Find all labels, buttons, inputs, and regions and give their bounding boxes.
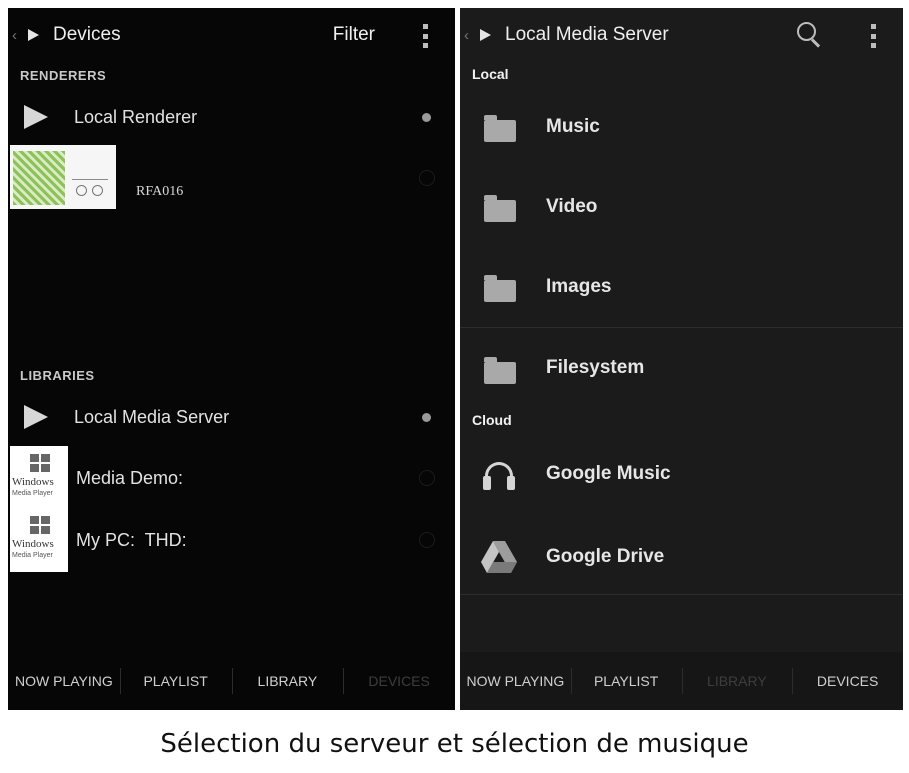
list-item-google-drive[interactable]: Google Drive (460, 518, 903, 598)
wmp-logo-text: Windows (12, 538, 54, 550)
item-label: Google Music (546, 463, 671, 484)
library-label: My PC: THD: (76, 530, 187, 550)
figure-frame: ‹ Devices Filter RENDERERS Local Rendere… (0, 0, 909, 773)
renderer-label: Local Renderer (74, 106, 198, 127)
page-title: Local Media Server (505, 24, 669, 45)
page-title: Devices (53, 24, 121, 45)
figure-caption: Sélection du serveur et sélection de mus… (160, 729, 749, 759)
item-label: Filesystem (546, 357, 645, 378)
item-label: Video (546, 196, 598, 217)
radio-device-icon (72, 179, 108, 197)
devices-screen: ‹ Devices Filter RENDERERS Local Rendere… (8, 8, 455, 710)
folder-icon (484, 357, 516, 384)
windows-media-player-icon: Windows Media Player (10, 508, 68, 572)
list-item-music[interactable]: Music (460, 88, 903, 166)
speaker-grille-image (13, 151, 65, 205)
play-icon (480, 29, 491, 41)
unselected-radio-indicator[interactable] (419, 532, 435, 548)
tab-devices[interactable]: DEVICES (343, 652, 455, 710)
library-my-pc[interactable]: Windows Media Player My PC: THD: (8, 508, 455, 572)
wmp-logo-subtext: Media Player (12, 552, 53, 559)
windows-flag-icon (30, 516, 50, 534)
overflow-menu-icon[interactable] (423, 24, 429, 48)
overflow-menu-icon[interactable] (871, 24, 877, 48)
folder-icon (484, 275, 516, 302)
play-icon (28, 29, 39, 41)
back-chevron-icon[interactable]: ‹ (464, 27, 474, 44)
library-media-demo[interactable]: Windows Media Player Media Demo: (8, 446, 455, 510)
bottom-tab-bar: NOW PLAYING PLAYLIST LIBRARY DEVICES (8, 652, 455, 710)
filter-button[interactable]: Filter (333, 24, 375, 46)
tab-playlist[interactable]: PLAYLIST (570, 652, 682, 710)
tab-playlist[interactable]: PLAYLIST (119, 652, 232, 710)
tab-devices[interactable]: DEVICES (792, 652, 903, 710)
list-item-google-music[interactable]: Google Music (460, 436, 903, 516)
libraries-section-header: LIBRARIES (20, 368, 95, 383)
renderer-label: RFA016 (136, 184, 184, 199)
renderers-section-header: RENDERERS (20, 68, 107, 83)
folder-icon (484, 195, 516, 222)
bottom-tab-bar: NOW PLAYING PLAYLIST LIBRARY DEVICES (460, 652, 903, 710)
play-icon (24, 405, 48, 429)
wmp-logo-text: Windows (12, 476, 54, 488)
back-chevron-icon[interactable]: ‹ (12, 27, 22, 44)
library-label: Local Media Server (74, 406, 230, 427)
device-thumbnail (10, 145, 116, 209)
play-icon (24, 105, 48, 129)
list-item-images[interactable]: Images (460, 248, 903, 326)
unselected-radio-indicator[interactable] (419, 170, 435, 186)
folder-icon (484, 115, 516, 142)
renderer-rfa016[interactable]: RFA016 (8, 144, 455, 210)
windows-media-player-icon: Windows Media Player (10, 446, 68, 510)
item-label: Images (546, 276, 612, 297)
selected-radio-indicator[interactable] (422, 112, 431, 122)
tab-library[interactable]: LIBRARY (681, 652, 793, 710)
headphones-icon (482, 462, 516, 492)
google-drive-icon (480, 540, 518, 574)
selected-radio-indicator[interactable] (422, 412, 431, 422)
search-icon[interactable] (797, 22, 821, 48)
local-group-label: Local (472, 66, 509, 82)
list-item-filesystem[interactable]: Filesystem (460, 330, 903, 408)
library-local-media-server[interactable]: Local Media Server (8, 394, 455, 440)
library-action-bar: ‹ Local Media Server (460, 8, 903, 62)
library-label: Media Demo: (76, 468, 184, 488)
list-divider (460, 327, 903, 328)
item-label: Google Drive (546, 546, 665, 567)
renderer-local-renderer[interactable]: Local Renderer (8, 94, 455, 140)
list-divider (460, 594, 903, 595)
list-item-video[interactable]: Video (460, 168, 903, 246)
tab-library[interactable]: LIBRARY (231, 652, 344, 710)
wmp-logo-subtext: Media Player (12, 490, 53, 497)
devices-action-bar: ‹ Devices Filter (8, 8, 455, 62)
library-screen: ‹ Local Media Server Local Music Video I… (460, 8, 903, 710)
windows-flag-icon (30, 454, 50, 472)
item-label: Music (546, 116, 600, 137)
unselected-radio-indicator[interactable] (419, 470, 435, 486)
cloud-group-label: Cloud (472, 412, 512, 428)
tab-now-playing[interactable]: NOW PLAYING (460, 652, 571, 710)
tab-now-playing[interactable]: NOW PLAYING (8, 652, 120, 710)
